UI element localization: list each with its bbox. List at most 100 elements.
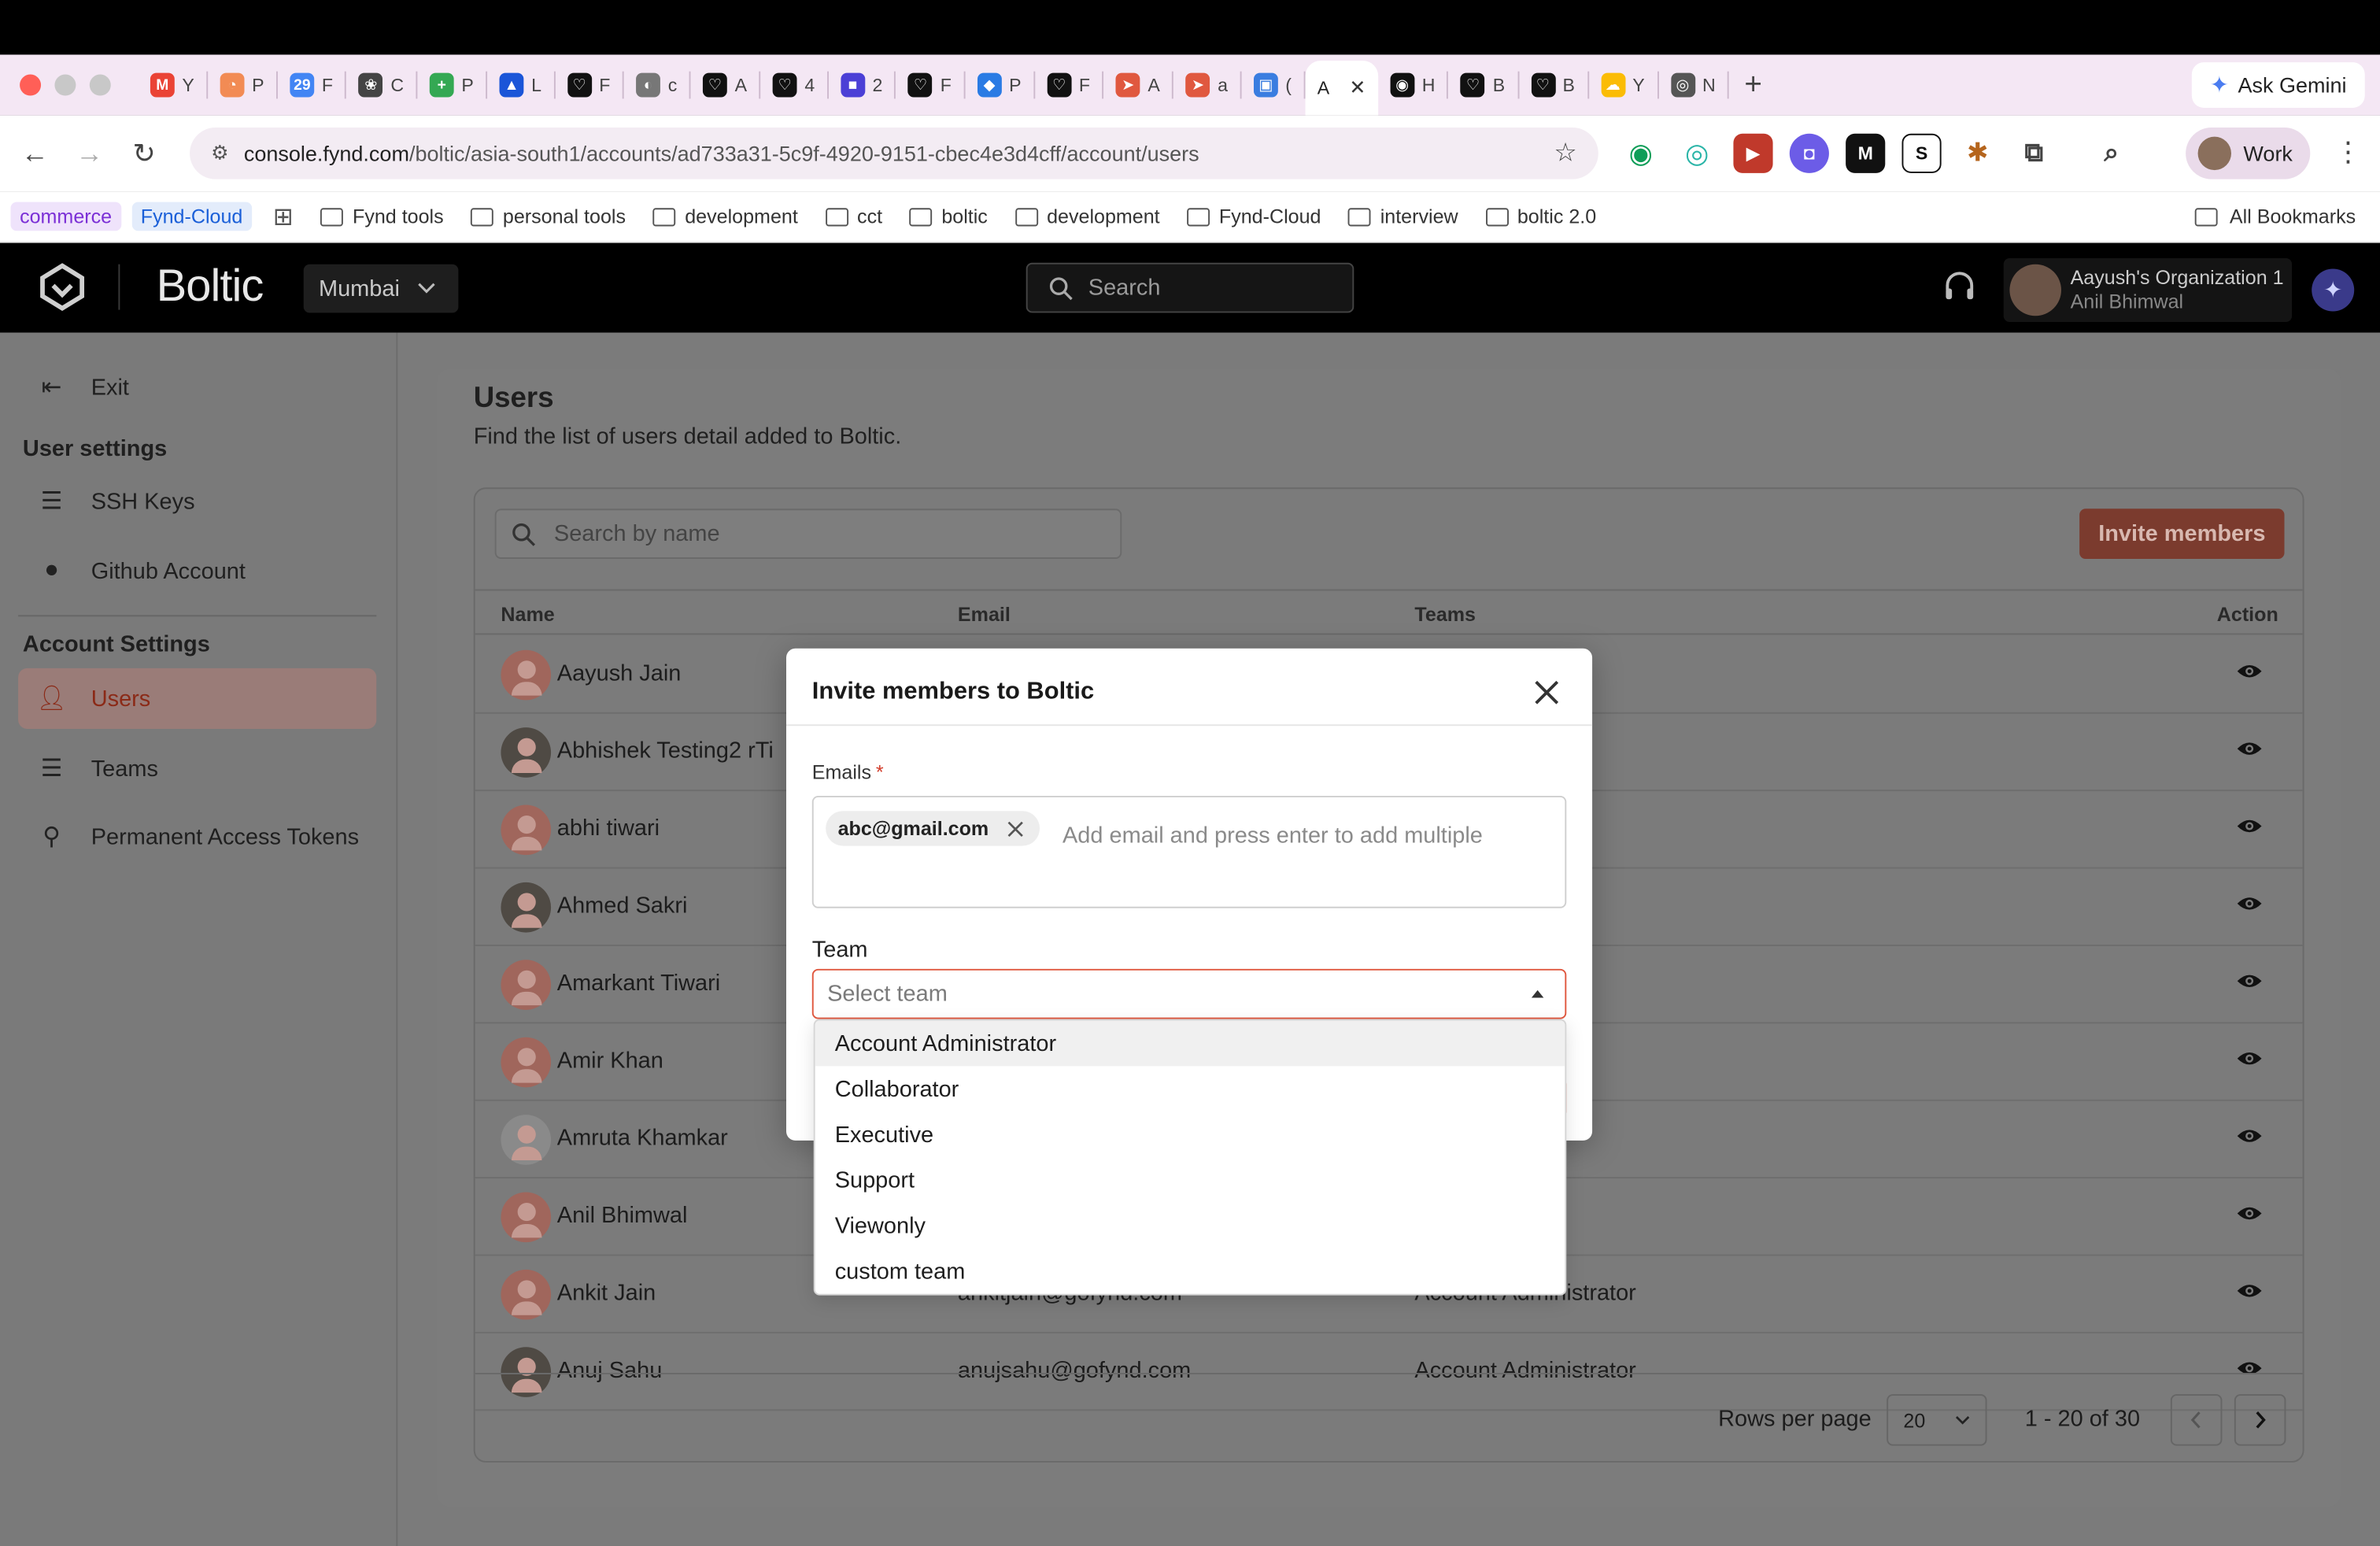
timer-icon[interactable]: ◎ — [1677, 133, 1717, 173]
tab-title: Y — [182, 74, 194, 96]
invite-members-button[interactable]: Invite members — [2079, 509, 2285, 559]
view-eye-icon[interactable] — [2236, 894, 2264, 912]
view-eye-icon[interactable] — [2236, 740, 2264, 758]
user-search-input[interactable]: Search by name — [494, 509, 1122, 559]
view-eye-icon[interactable] — [2236, 662, 2264, 680]
organization-switcher[interactable]: Aayush's Organization 1 Anil Bhimwal — [2003, 257, 2293, 323]
team-select[interactable]: Select team — [811, 968, 1567, 1019]
close-icon[interactable]: ✕ — [1349, 76, 1366, 100]
remove-chip-icon[interactable] — [1007, 819, 1025, 838]
browser-tab[interactable]: ◎ N — [1658, 54, 1728, 115]
view-eye-icon[interactable] — [2236, 1049, 2264, 1067]
team-option[interactable]: Account Administrator — [815, 1020, 1565, 1067]
browser-tab[interactable]: ◆ P — [965, 54, 1033, 115]
view-eye-icon[interactable] — [2236, 1282, 2264, 1300]
view-eye-icon[interactable] — [2236, 1127, 2264, 1145]
browser-tab[interactable]: ▣( — [1241, 54, 1303, 115]
browser-tab[interactable]: ➤ a — [1173, 54, 1240, 115]
browser-tab[interactable]: ♡ B — [1449, 54, 1517, 115]
browser-tab[interactable]: ◔ P — [208, 54, 276, 115]
browser-tab[interactable]: 29 F — [278, 54, 346, 115]
folder-icon — [1348, 207, 1372, 226]
back-arrow-icon[interactable]: ← — [8, 138, 62, 170]
headset-icon[interactable] — [1943, 270, 1976, 303]
bookmark-star-icon[interactable]: ☆ — [1554, 139, 1576, 169]
browser-tab[interactable]: + P — [417, 54, 486, 115]
medium-icon[interactable]: M — [1846, 133, 1886, 173]
extension-circle-icon[interactable]: ◘ — [1789, 133, 1829, 173]
bookmark-folder[interactable]: Fynd-Cloud — [1187, 205, 1321, 227]
team-option[interactable]: custom team — [815, 1248, 1565, 1294]
browser-tab[interactable]: ◉ H — [1378, 54, 1447, 115]
bookmark-folder[interactable]: interview — [1348, 205, 1458, 227]
forward-arrow-icon[interactable]: → — [62, 138, 116, 170]
s-extension-icon[interactable]: S — [1901, 133, 1942, 173]
sidebar-item-github[interactable]: ● Github Account — [18, 541, 376, 601]
browser-tab-active[interactable]: A ✕ — [1305, 61, 1378, 116]
team-option[interactable]: Support — [815, 1157, 1565, 1203]
bookmark-folder[interactable]: development — [652, 205, 798, 227]
browser-tab[interactable]: MY — [138, 54, 206, 115]
site-settings-icon[interactable]: ⚙ — [211, 141, 228, 165]
url-bar[interactable]: ⚙ console.fynd.com/boltic/asia-south1/ac… — [190, 128, 1598, 179]
sidebar-item-ssh-keys[interactable]: ☰ SSH Keys — [18, 471, 376, 531]
search-tabs-icon[interactable]: ⌕ — [2091, 133, 2131, 173]
next-page-button[interactable] — [2234, 1394, 2286, 1446]
previous-page-button[interactable] — [2170, 1394, 2223, 1446]
browser-tab[interactable]: ◐ c — [624, 54, 689, 115]
all-bookmarks[interactable]: All Bookmarks — [2194, 205, 2356, 227]
bookmark-chip[interactable]: Fynd-Cloud — [131, 202, 252, 231]
view-eye-icon[interactable] — [2236, 817, 2264, 835]
sidebar-item-tokens[interactable]: ⚲ Permanent Access Tokens — [18, 806, 376, 867]
emails-input[interactable]: abc@gmail.com Add email and press enter … — [811, 795, 1567, 908]
browser-tab[interactable]: ♡ F — [1035, 54, 1103, 115]
browser-tab[interactable]: ☁ Y — [1588, 54, 1657, 115]
bookmark-folder-label: Fynd tools — [353, 205, 444, 228]
bookmark-folder[interactable]: cct — [825, 205, 882, 227]
bookmark-folder[interactable]: boltic 2.0 — [1485, 205, 1596, 227]
team-option[interactable]: Collaborator — [815, 1066, 1565, 1111]
reload-icon[interactable]: ↻ — [116, 138, 171, 170]
ask-gemini-button[interactable]: ✦ Ask Gemini — [2191, 62, 2365, 108]
puzzle-icon[interactable]: ⧉ — [2014, 133, 2054, 173]
column-header-name: Name — [501, 602, 555, 626]
bookmark-folder[interactable]: Fynd tools — [320, 205, 444, 228]
browser-tab[interactable]: ♡ F — [896, 54, 964, 115]
ai-assistant-icon[interactable]: ✦ — [2312, 268, 2355, 312]
browser-tab[interactable]: ♡ F — [555, 54, 623, 115]
record-icon[interactable]: ▶ — [1733, 133, 1773, 173]
minimize-window-button[interactable] — [54, 74, 76, 96]
profile-button[interactable]: Work — [2186, 128, 2311, 179]
bug-icon[interactable]: ✱ — [1957, 133, 1998, 173]
tab-favicon-icon: ♡ — [908, 72, 933, 98]
bookmark-chip[interactable]: commerce — [10, 202, 121, 231]
browser-tab[interactable]: ❀ C — [346, 54, 416, 115]
view-eye-icon[interactable] — [2236, 1204, 2264, 1222]
sidebar-item-users[interactable]: 👤︎ Users — [18, 668, 377, 730]
browser-tab[interactable]: ➤ A — [1103, 54, 1172, 115]
bookmark-folder[interactable]: personal tools — [471, 205, 626, 227]
view-eye-icon[interactable] — [2236, 972, 2264, 990]
team-option[interactable]: Executive — [815, 1111, 1565, 1157]
grammarly-icon[interactable]: ◉ — [1621, 133, 1661, 173]
team-option[interactable]: Viewonly — [815, 1203, 1565, 1248]
boltic-logo-icon[interactable] — [36, 261, 88, 313]
browser-tab[interactable]: ■ 2 — [829, 54, 895, 115]
more-menu-icon[interactable]: ⋮ — [2334, 137, 2362, 169]
browser-tab[interactable]: ♡ 4 — [760, 54, 826, 115]
region-select[interactable]: Mumbai — [303, 264, 459, 313]
global-search-input[interactable]: Search — [1026, 262, 1354, 313]
sidebar-item-exit[interactable]: ⇤ Exit — [18, 357, 376, 417]
close-icon[interactable] — [1530, 676, 1563, 709]
new-tab-button[interactable]: + — [1729, 68, 1777, 102]
apps-grid-icon[interactable]: ⊞ — [273, 202, 294, 232]
browser-tab[interactable]: ♡ A — [691, 54, 759, 115]
browser-tab[interactable]: ♡ B — [1519, 54, 1587, 115]
rows-per-page-select[interactable]: 20 — [1887, 1394, 1987, 1446]
close-window-button[interactable] — [20, 74, 42, 96]
sidebar-item-teams[interactable]: ☰ Teams — [18, 738, 376, 799]
zoom-window-button[interactable] — [89, 74, 111, 96]
browser-tab[interactable]: ▲ L — [487, 54, 553, 115]
bookmark-folder[interactable]: development — [1014, 205, 1160, 227]
bookmark-folder[interactable]: boltic — [909, 205, 988, 227]
